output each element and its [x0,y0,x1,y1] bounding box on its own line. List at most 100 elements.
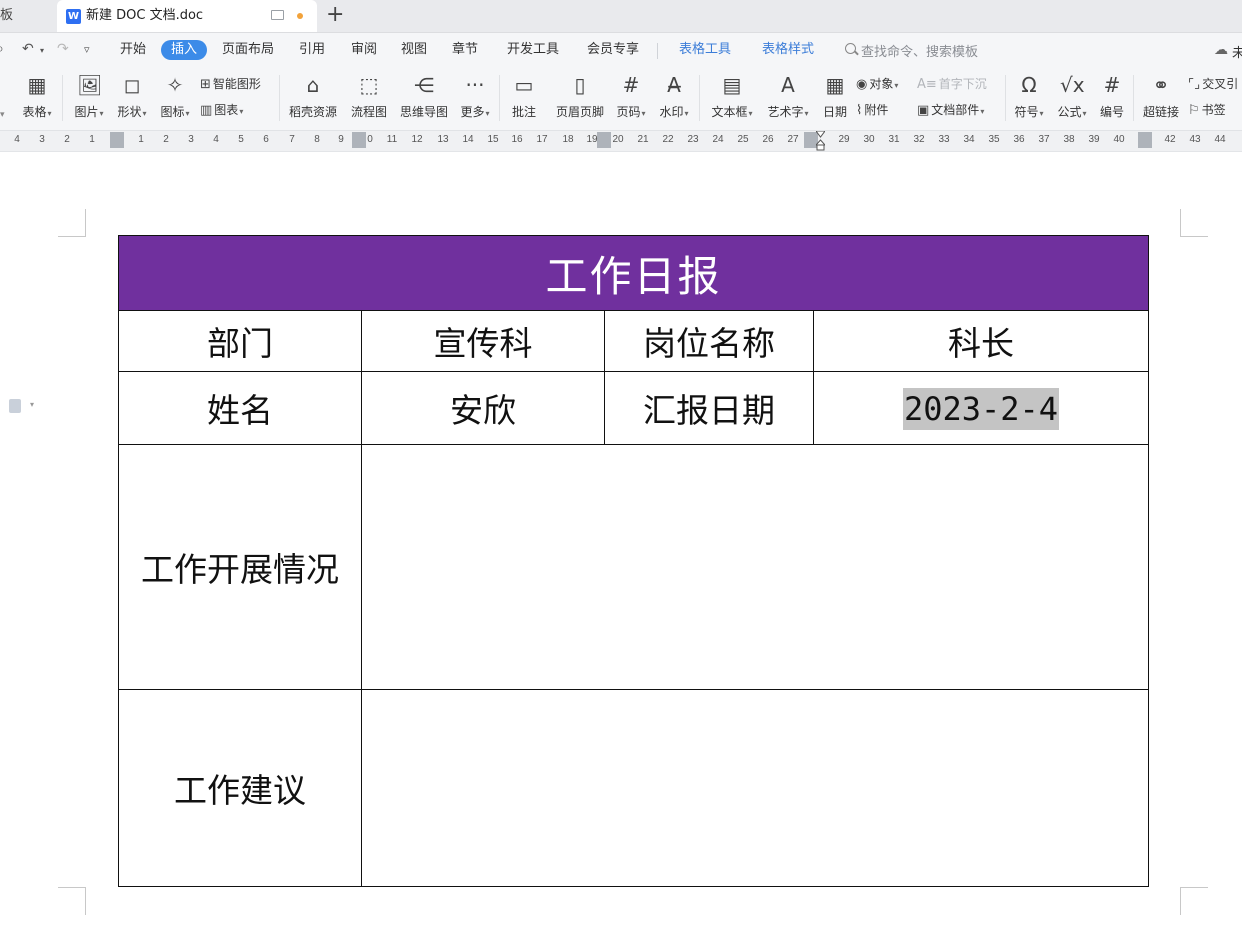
dropcap-button[interactable]: A≡ 首字下沉 [917,76,987,93]
date-value-cell[interactable]: 2023-2-4 [812,371,1150,445]
dept-value-cell[interactable]: 宣传科 [361,310,605,372]
horizontal-ruler[interactable]: 4 3 2 1 1 2 3 4 5 6 7 8 9 0 11 12 13 14 … [0,131,1242,152]
menu-chapter[interactable]: 章节 [452,41,478,59]
tab-active-document[interactable]: W 新建 DOC 文档.doc [57,0,317,32]
bookmark-button[interactable]: ⚐ 书签 [1188,102,1226,119]
menu-view[interactable]: 视图 [401,41,427,59]
ribbon-left-caret-icon[interactable]: ▾ [0,107,5,123]
cross-reference-button[interactable]: ⌜⌟ 交叉引 [1188,76,1238,93]
smart-art-button[interactable]: ⊞ 智能图形 [200,76,261,93]
icons-button-label: 图标 [160,105,185,119]
menu-page-layout[interactable]: 页面布局 [222,41,274,59]
cloud-sync-icon[interactable]: ☁ [1214,42,1228,58]
paperclip-icon: ⌇ [856,103,863,118]
table-button[interactable]: ▦ 表格▾ [17,71,57,125]
flowchart-button[interactable]: ⬚ 流程图 [348,71,390,125]
ribbon-separator [1005,75,1006,121]
undo-icon[interactable]: ↶ [22,41,34,57]
name-value-cell[interactable]: 安欣 [361,371,605,445]
chart-button[interactable]: ▥ 图表▾ [200,102,243,120]
search-command-input[interactable]: 查找命令、搜索模板 [861,41,978,60]
ruler-tick: 15 [487,134,499,145]
watermark-button[interactable]: A̶ 水印▾ [655,71,693,125]
customize-quick-access-icon[interactable]: ▿ [84,43,90,56]
ruler-tick: 34 [963,134,975,145]
icons-button[interactable]: ✧ 图标▾ [155,71,195,125]
monitor-icon[interactable] [271,10,284,20]
ruler-tick: 8 [314,134,320,145]
picture-icon: 🖼 [77,73,103,97]
report-date-value-selected[interactable]: 2023-2-4 [902,387,1060,430]
work-progress-label-cell[interactable]: 工作开展情况 [118,444,362,690]
object-button[interactable]: ◉ 对象▾ [856,76,898,94]
ruler-tick: 11 [386,134,398,145]
redo-icon[interactable]: ↷ [57,41,69,57]
ruler-tick: 4 [14,134,20,145]
mindmap-button[interactable]: ⋲ 思维导图 [397,71,451,125]
ruler-column-marker[interactable] [597,132,611,148]
document-canvas[interactable]: ▾ 工作日报 部门 宣传科 岗位名称 科长 姓名 安欣 汇报日期 2023-2-… [0,152,1242,928]
shape-button[interactable]: ◻ 形状▾ [112,71,152,125]
docer-resources-button[interactable]: ⌂ 稻壳资源 [286,71,340,125]
menu-references[interactable]: 引用 [299,41,325,59]
ruler-tick: 29 [838,134,850,145]
position-label-cell[interactable]: 岗位名称 [604,310,814,372]
menu-member[interactable]: 会员专享 [587,41,639,59]
undo-dropdown-icon[interactable]: ▾ [40,46,44,55]
ruler-tick: 3 [188,134,194,145]
ruler-tick: 2 [163,134,169,145]
cloud-status-label[interactable]: 未 [1232,42,1242,61]
header-footer-button[interactable]: ▯ 页眉页脚 [553,71,607,125]
ruler-left-margin-marker[interactable] [110,132,124,148]
formula-icon: √x [1060,73,1085,97]
ribbon-separator [1133,75,1134,121]
page-number-label: 页码 [616,105,641,119]
ruler-right-margin-marker[interactable] [1138,132,1152,148]
menu-review[interactable]: 审阅 [351,41,377,59]
numbering-button[interactable]: # 编号 [1096,71,1128,125]
paragraph-layout-caret-icon[interactable]: ▾ [30,400,34,409]
report-date-label: 汇报日期 [643,391,775,430]
new-tab-button[interactable]: + [326,3,344,27]
work-progress-content-cell[interactable] [360,444,1150,690]
tab-previous[interactable]: 板 [0,0,13,32]
textbox-button[interactable]: ▤ 文本框▾ [707,71,757,125]
paragraph-layout-icon[interactable] [9,399,21,413]
watermark-icon: A̶ [667,73,681,97]
ruler-tick: 0 [367,134,373,145]
cross-reference-label: 交叉引 [1202,77,1239,91]
date-label-cell[interactable]: 汇报日期 [604,371,814,445]
formula-button[interactable]: √x 公式▾ [1053,71,1091,125]
dept-label-cell[interactable]: 部门 [118,310,362,372]
menu-insert[interactable]: 插入 [161,40,208,60]
ribbon-separator [699,75,700,121]
report-title-cell[interactable]: 工作日报 [117,235,1150,311]
page-number-button[interactable]: # 页码▾ [612,71,650,125]
ruler-indent-marker[interactable] [816,131,825,151]
name-label-cell[interactable]: 姓名 [118,371,362,445]
date-button[interactable]: ▦ 日期 [818,71,852,125]
dropcap-label: 首字下沉 [938,77,987,91]
attachment-button[interactable]: ⌇ 附件 [856,102,888,119]
menu-developer[interactable]: 开发工具 [507,41,559,59]
menu-home[interactable]: 开始 [120,41,146,59]
picture-button[interactable]: 🖼 图片▾ [69,71,109,125]
ruler-tick: 36 [1013,134,1025,145]
comment-label: 批注 [511,105,536,119]
print-preview-icon[interactable]: ⌕ [0,41,4,57]
menu-table-style[interactable]: 表格样式 [762,41,814,59]
hyperlink-button[interactable]: ⚭ 超链接 [1139,71,1183,125]
menu-table-tools[interactable]: 表格工具 [679,41,731,59]
docer-resources-label: 稻壳资源 [288,105,337,119]
comment-button[interactable]: ▭ 批注 [505,71,543,125]
date-label: 日期 [822,105,847,119]
wordart-button[interactable]: A 艺术字▾ [763,71,813,125]
more-icon: ··· [465,73,485,97]
position-value-cell[interactable]: 科长 [812,310,1150,372]
work-suggestion-label-cell[interactable]: 工作建议 [118,689,362,887]
more-button[interactable]: ··· 更多▾ [456,71,494,125]
symbol-button[interactable]: Ω 符号▾ [1010,71,1048,125]
ruler-tick: 37 [1038,134,1050,145]
work-suggestion-content-cell[interactable] [360,689,1150,887]
doc-parts-button[interactable]: ▣ 文档部件▾ [917,102,984,120]
